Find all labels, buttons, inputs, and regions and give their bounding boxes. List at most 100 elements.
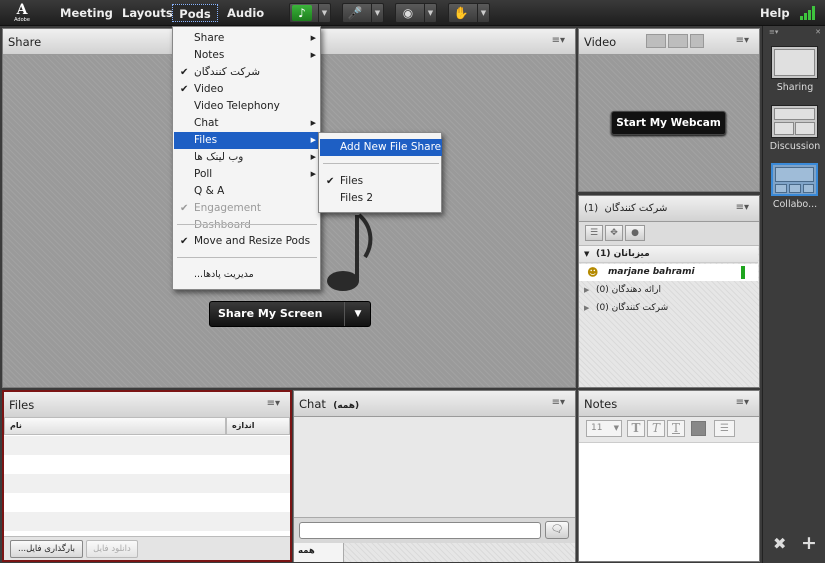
table-row <box>4 436 290 455</box>
layouts-panel: ≡▾ ✕ Sharing Discussion Collabo... ✖ + <box>762 26 825 563</box>
column-header-name[interactable]: نام <box>4 417 226 435</box>
italic-icon[interactable]: T <box>647 420 665 437</box>
group-hosts[interactable]: ▼ (1) میزبانان <box>579 246 758 263</box>
menu-layouts[interactable]: Layouts <box>118 4 177 22</box>
microphone-icon: 🎤 <box>347 6 363 20</box>
chevron-right-icon: ▶ <box>584 304 590 312</box>
video-pod-title: Video <box>584 35 617 49</box>
menu-item-move-resize-pods[interactable]: ✔ Move and Resize Pods <box>174 233 320 250</box>
notes-pod-header: Notes ≡▾ <box>579 391 759 417</box>
chevron-down-icon[interactable]: ▼ <box>477 4 489 22</box>
attendee-status-icon[interactable]: ● <box>625 225 645 241</box>
layout-discussion-thumb[interactable] <box>771 105 818 138</box>
group-presenters[interactable]: ▶ (0) ارائه دهندگان <box>579 282 758 299</box>
attendee-row[interactable]: ☻ marjane bahrami <box>579 264 758 281</box>
chevron-right-icon: ▶ <box>310 51 316 59</box>
menu-item-chat[interactable]: Chat ▶ <box>174 115 320 132</box>
adobe-logo: A Adobe <box>14 2 30 23</box>
menu-divider <box>177 257 317 258</box>
pod-options-icon[interactable]: ≡▾ <box>552 397 565 408</box>
speaker-icon: ♪ <box>292 5 312 21</box>
menu-item-files-1[interactable]: ✔ Files <box>320 173 442 190</box>
fullscreen-icon[interactable] <box>690 34 704 48</box>
video-view-icons <box>646 34 706 51</box>
chevron-right-icon: ▶ <box>310 34 316 42</box>
pod-options-icon[interactable]: ≡▾ <box>736 202 749 213</box>
tools-icon[interactable]: ✖ <box>773 534 786 553</box>
upload-file-button[interactable]: ...بارگذاری فایل <box>10 540 83 558</box>
menu-item-manage-pods[interactable]: ...مدیریت پادها <box>174 266 320 283</box>
column-header-size[interactable]: اندازه <box>226 417 290 435</box>
layout-collaboration-label[interactable]: Collabo... <box>765 199 825 210</box>
speech-bubble-icon: 🗨 <box>550 524 564 535</box>
checkmark-icon: ✔ <box>180 84 189 95</box>
chevron-right-icon: ▶ <box>310 119 316 127</box>
webcam-button[interactable]: ◉ ▼ <box>395 3 437 23</box>
notes-pod-title: Notes <box>584 397 618 411</box>
pod-options-icon[interactable]: ≡▾ <box>552 35 565 46</box>
menu-pods[interactable]: Pods <box>172 4 218 22</box>
chevron-down-icon[interactable]: ▼ <box>344 302 371 326</box>
group-participants[interactable]: ▶ (0) شرکت کنندگان <box>579 300 758 317</box>
layout-collaboration-thumb[interactable] <box>771 163 818 196</box>
layout-sharing-thumb[interactable] <box>771 46 818 79</box>
grid-view-icon[interactable] <box>646 34 666 48</box>
layout-discussion-label[interactable]: Discussion <box>765 141 825 152</box>
text-color-icon[interactable] <box>691 421 706 436</box>
menu-item-poll[interactable]: Poll ▶ <box>174 166 320 183</box>
start-webcam-button[interactable]: Start My Webcam <box>611 111 726 135</box>
menu-item-attendees[interactable]: ✔ شرکت کنندگان <box>174 64 320 81</box>
notes-pod: Notes ≡▾ <box>578 390 760 562</box>
attendee-name: marjane bahrami <box>608 267 695 277</box>
send-message-button[interactable]: 🗨 <box>545 521 569 539</box>
attendees-pod-title: شرکت کنندگان (1) <box>584 203 668 214</box>
menu-item-video-telephony[interactable]: Video Telephony <box>174 98 320 115</box>
menu-item-share[interactable]: Share ▶ <box>174 30 320 47</box>
chevron-right-icon: ▶ <box>310 153 316 161</box>
menu-meeting[interactable]: Meeting <box>56 4 117 22</box>
bold-icon[interactable]: T <box>627 420 645 437</box>
chat-tab-everyone[interactable]: همه <box>294 543 344 562</box>
chevron-down-icon[interactable]: ▼ <box>318 4 330 22</box>
attendees-pod-header: شرکت کنندگان (1) ≡▾ <box>579 196 759 222</box>
list-view-icon[interactable]: ☰ <box>585 225 603 241</box>
chevron-down-icon[interactable]: ▼ <box>424 4 436 22</box>
menu-item-notes[interactable]: Notes ▶ <box>174 47 320 64</box>
chevron-right-icon: ▶ <box>310 136 316 144</box>
video-pod: Video ≡▾ <box>578 28 760 192</box>
menu-item-qa[interactable]: Q & A <box>174 183 320 200</box>
underline-icon[interactable]: T <box>667 420 685 437</box>
layout-sharing-label[interactable]: Sharing <box>765 82 825 93</box>
chevron-down-icon: ▼ <box>613 424 619 432</box>
chat-input[interactable] <box>299 522 541 539</box>
menu-item-files-2[interactable]: Files 2 <box>320 190 442 207</box>
menu-item-files[interactable]: Files ▶ <box>174 132 320 149</box>
close-icon[interactable]: ✕ <box>815 28 821 36</box>
menu-item-video[interactable]: ✔ Video <box>174 81 320 98</box>
pods-dropdown-menu: Share ▶ Notes ▶ ✔ شرکت کنندگان ✔ Video Video… <box>172 26 321 290</box>
chevron-right-icon: ▶ <box>310 170 316 178</box>
bullet-list-icon[interactable]: ☰ <box>714 420 735 437</box>
breakout-icon[interactable]: ✥ <box>605 225 623 241</box>
menu-help[interactable]: Help <box>756 4 794 22</box>
status-indicator <box>741 266 745 279</box>
checkmark-icon: ✔ <box>326 176 335 187</box>
chevron-down-icon[interactable]: ▼ <box>371 4 383 22</box>
connection-strength-icon <box>800 6 820 20</box>
raise-hand-button[interactable]: ✋ ▼ <box>448 3 490 23</box>
microphone-button[interactable]: 🎤 ▼ <box>342 3 384 23</box>
files-pod-title: Files <box>9 398 35 412</box>
pod-options-icon[interactable]: ≡▾ <box>267 398 280 409</box>
panel-menu-icon[interactable]: ≡▾ <box>769 28 778 36</box>
chevron-down-icon: ▼ <box>584 250 590 258</box>
filmstrip-view-icon[interactable] <box>668 34 688 48</box>
pod-options-icon[interactable]: ≡▾ <box>736 35 749 46</box>
menu-item-weblinks[interactable]: وب لینک ها ▶ <box>174 149 320 166</box>
share-screen-button[interactable]: Share My Screen ▼ <box>209 301 371 327</box>
font-size-select[interactable]: 11 ▼ <box>586 420 622 437</box>
add-layout-icon[interactable]: + <box>801 532 817 554</box>
menu-audio[interactable]: Audio <box>223 4 268 22</box>
pod-options-icon[interactable]: ≡▾ <box>736 397 749 408</box>
speaker-button[interactable]: ♪ ▼ <box>289 3 331 23</box>
menu-item-add-file-share[interactable]: Add New File Share <box>320 139 442 156</box>
